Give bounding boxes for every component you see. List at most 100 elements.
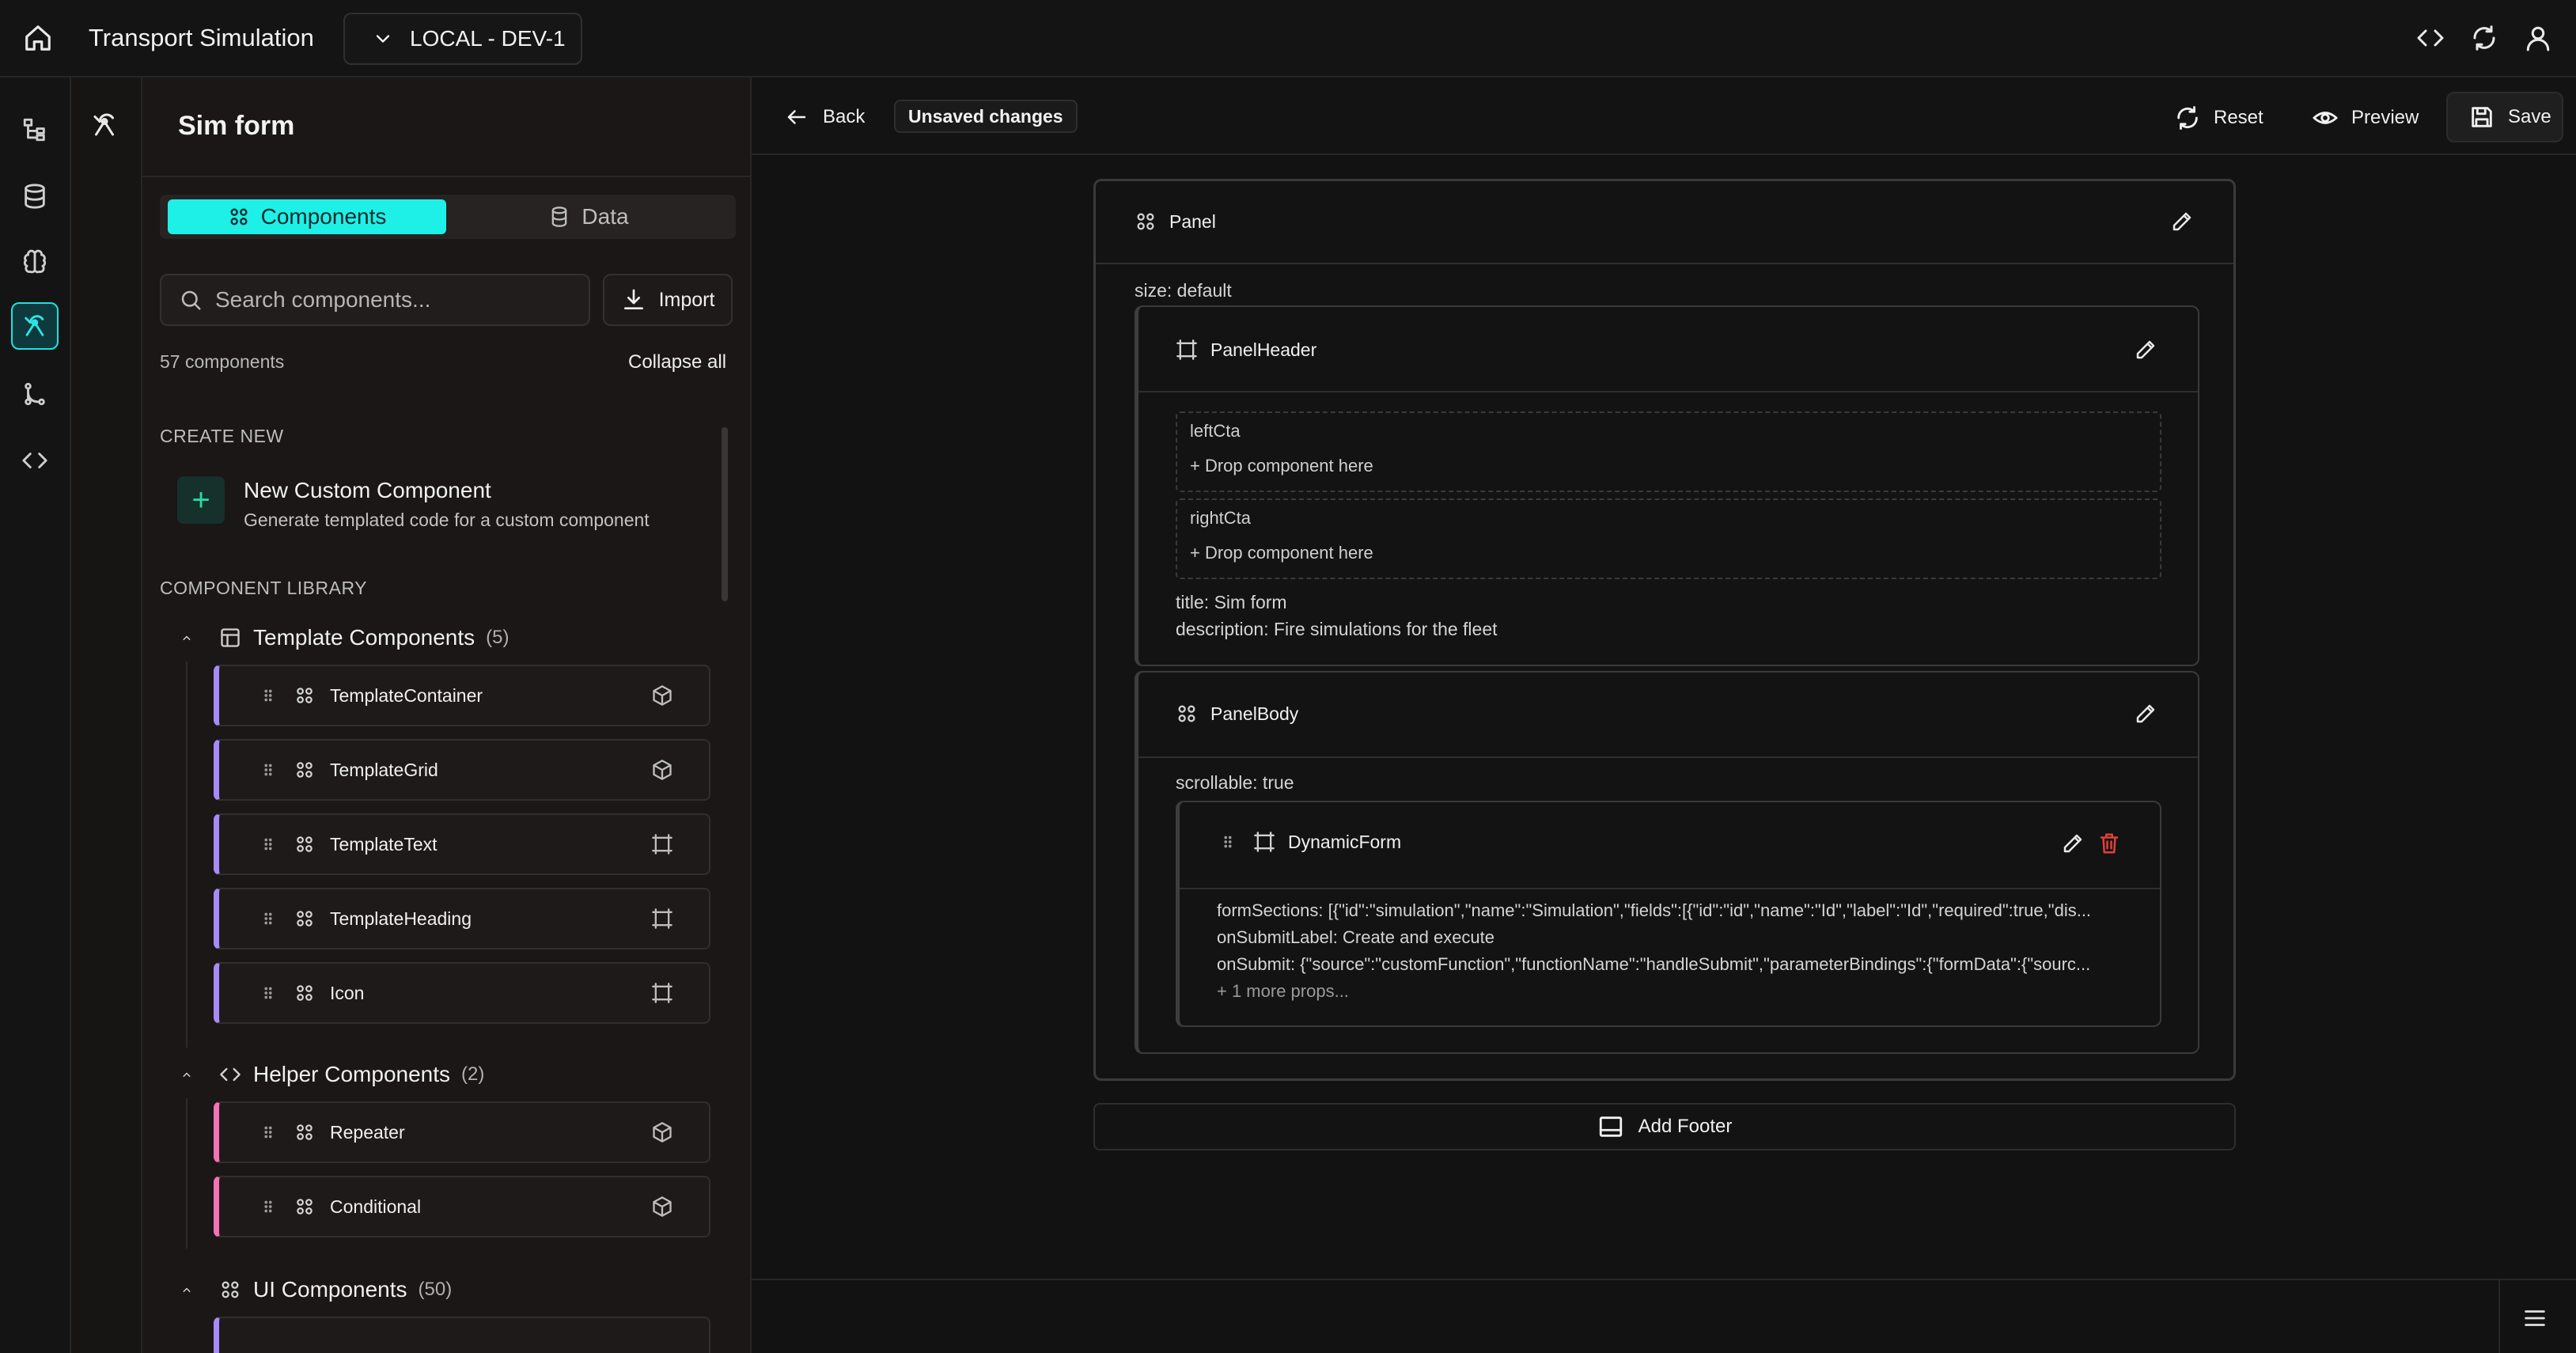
frame-icon (650, 907, 674, 930)
environment-select[interactable]: LOCAL - DEV-1 (343, 13, 582, 65)
back-button[interactable]: Back (785, 101, 865, 133)
component-item-icon[interactable]: Icon (214, 962, 710, 1024)
package-icon (650, 684, 674, 707)
drag-handle-icon[interactable] (259, 1121, 278, 1143)
new-custom-component[interactable]: + New Custom Component Generate template… (177, 473, 715, 536)
divider (1138, 391, 2198, 392)
chevron-down-icon (372, 28, 394, 50)
new-custom-subtitle: Generate templated code for a custom com… (244, 510, 650, 530)
frame-icon (1176, 339, 1198, 361)
group-helper-components[interactable]: Helper Components (2) (179, 1059, 484, 1090)
divider (142, 176, 752, 177)
plus-icon: + (177, 476, 225, 524)
group-count: (5) (486, 627, 510, 648)
panel-tabs: Components Data (160, 195, 736, 239)
drag-handle-icon[interactable] (1218, 831, 1237, 853)
trash-icon[interactable] (2097, 831, 2122, 856)
app-title: Transport Simulation (89, 24, 314, 51)
add-footer-button[interactable]: Add Footer (1093, 1103, 2236, 1150)
component-item-partial[interactable] (214, 1317, 710, 1353)
tab-data[interactable]: Data (449, 199, 728, 234)
component-library-heading: COMPONENT LIBRARY (160, 578, 367, 598)
components-icon (228, 206, 250, 228)
scrollbar[interactable] (722, 427, 728, 601)
drag-handle-icon[interactable] (259, 833, 278, 855)
drag-handle-icon[interactable] (259, 982, 278, 1004)
component-item-templategrid[interactable]: TemplateGrid (214, 739, 710, 801)
refresh-icon[interactable] (2468, 22, 2500, 54)
back-label: Back (823, 106, 866, 127)
footer-layout-icon (1597, 1113, 1624, 1140)
slot-rightcta[interactable]: rightCta + Drop component here (1176, 498, 2161, 579)
slot-leftcta[interactable]: leftCta + Drop component here (1176, 411, 2161, 492)
component-item-repeater[interactable]: Repeater (214, 1101, 710, 1163)
preview-button[interactable]: Preview (2312, 98, 2419, 138)
menu-icon[interactable] (2519, 1302, 2551, 1334)
reset-label: Reset (2214, 107, 2263, 128)
save-icon (2468, 104, 2495, 131)
panel-name: Panel (1169, 210, 1216, 232)
tree-icon[interactable] (11, 106, 59, 153)
drag-handle-icon[interactable] (259, 759, 278, 781)
component-name: TemplateGrid (330, 759, 438, 780)
environment-label: LOCAL - DEV-1 (410, 26, 566, 51)
pencil-icon[interactable] (2169, 209, 2195, 234)
pencil-icon[interactable] (2133, 337, 2158, 362)
component-item-templatecontainer[interactable]: TemplateContainer (214, 665, 710, 726)
panel-size-prop: size: default (1135, 280, 1232, 301)
frame-icon (650, 981, 674, 1005)
create-new-heading: CREATE NEW (160, 426, 284, 446)
component-name: Icon (330, 982, 365, 1003)
dynamic-form-prop: formSections: [{"id":"simulation","name"… (1217, 900, 2092, 920)
drag-handle-icon[interactable] (259, 1196, 278, 1218)
drop-target[interactable]: + Drop component here (1190, 456, 1373, 476)
drag-handle-icon[interactable] (259, 908, 278, 930)
group-template-components[interactable]: Template Components (5) (179, 622, 510, 654)
pencil-icon[interactable] (2133, 701, 2158, 726)
panel-header-title-prop: title: Sim form (1176, 592, 1287, 612)
tree-line (186, 1098, 188, 1249)
database-icon[interactable] (11, 172, 59, 220)
group-ui-components[interactable]: UI Components (50) (179, 1274, 452, 1306)
git-branch-icon[interactable] (11, 370, 59, 418)
group-count: (2) (461, 1063, 485, 1085)
chevron-up-icon (179, 1067, 195, 1082)
divider (1138, 756, 2198, 758)
components-icon (1135, 210, 1157, 233)
dynamic-form-name: DynamicForm (1288, 831, 1402, 852)
component-item-conditional[interactable]: Conditional (214, 1176, 710, 1237)
component-count: 57 components (160, 351, 285, 372)
collapse-all-button[interactable]: Collapse all (628, 351, 726, 373)
arrow-left-icon (785, 105, 809, 129)
save-label: Save (2508, 106, 2551, 127)
component-item-templatetext[interactable]: TemplateText (214, 813, 710, 875)
divider (752, 1279, 2576, 1280)
import-button[interactable]: Import (603, 274, 733, 326)
component-item-templateheading[interactable]: TemplateHeading (214, 888, 710, 949)
pencil-icon[interactable] (2060, 831, 2085, 856)
tab-data-label: Data (581, 204, 629, 229)
components-icon (294, 1196, 316, 1218)
drag-handle-icon[interactable] (259, 684, 278, 707)
more-props-link[interactable]: + 1 more props... (1217, 981, 1349, 1002)
tab-components[interactable]: Components (168, 199, 446, 234)
search-input[interactable] (215, 287, 579, 313)
save-button[interactable]: Save (2446, 92, 2563, 142)
panel-header-description-prop: description: Fire simulations for the fl… (1176, 619, 1498, 639)
code-icon[interactable] (2415, 22, 2446, 54)
frame-icon (1253, 831, 1275, 853)
drop-target[interactable]: + Drop component here (1190, 543, 1373, 563)
component-builder-icon[interactable] (87, 108, 122, 142)
home-icon[interactable] (22, 22, 54, 54)
components-icon (294, 1121, 316, 1143)
reset-icon (2174, 104, 2201, 131)
reset-button[interactable]: Reset (2174, 98, 2263, 138)
unsaved-badge: Unsaved changes (894, 100, 1078, 133)
component-builder-icon[interactable] (11, 302, 59, 350)
user-icon[interactable] (2522, 22, 2554, 54)
code-icon[interactable] (11, 437, 59, 484)
brain-icon[interactable] (11, 239, 59, 286)
code-icon (218, 1063, 242, 1086)
search-icon (179, 288, 203, 312)
left-rail (0, 78, 71, 1353)
